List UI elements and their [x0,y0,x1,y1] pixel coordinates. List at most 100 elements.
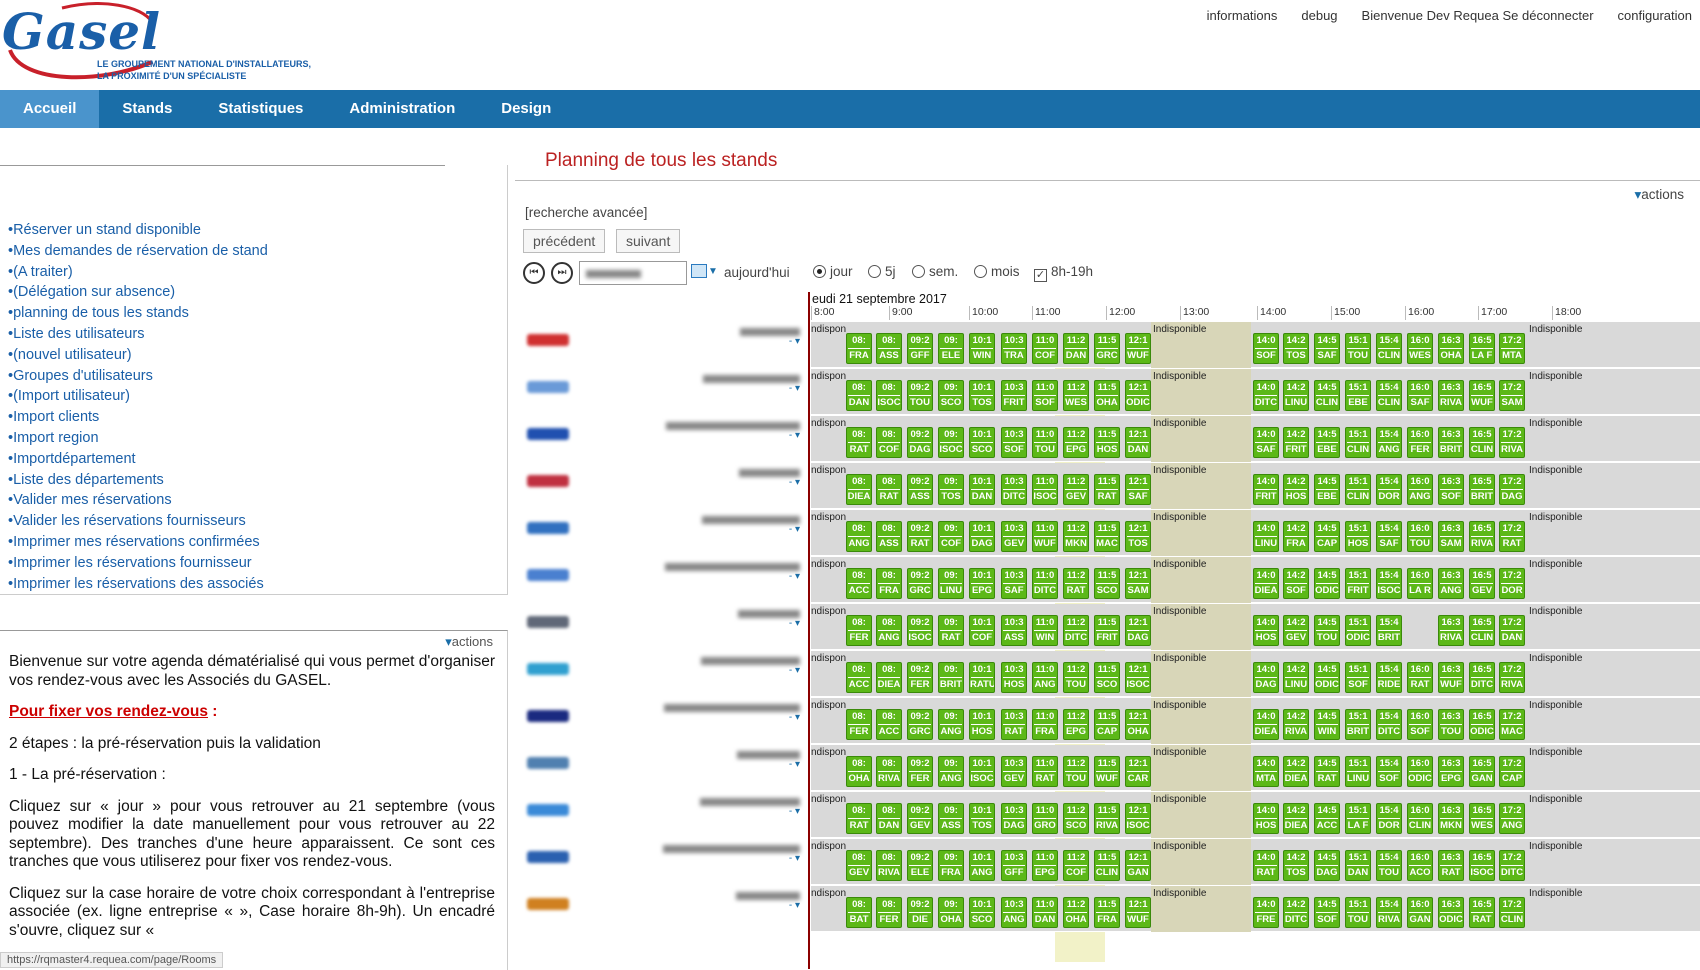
menu-item-7[interactable]: (nouvel utilisateur) [8,345,268,366]
time-slot[interactable]: 09: RAT [938,615,964,646]
time-slot[interactable]: 12:1 WUF [1125,897,1151,928]
time-slot[interactable]: 09:2 ELE [907,850,933,881]
time-slot[interactable]: 14:0 HOS [1253,615,1279,646]
time-slot[interactable]: 11:2 MKN [1063,521,1089,552]
time-slot[interactable]: 08: DAN [876,803,902,834]
time-slot[interactable]: 09:2 DIE [907,897,933,928]
time-slot[interactable]: 11:5 FRIT [1094,615,1120,646]
time-slot[interactable]: 12:1 GAN [1125,850,1151,881]
menu-item-16[interactable]: Imprimer mes réservations confirmées [8,532,268,553]
menu-item-2[interactable]: Mes demandes de réservation de stand [8,241,268,262]
previous-button[interactable]: précédent [523,229,606,253]
time-slot[interactable]: 08: FRA [876,568,902,599]
time-slot[interactable]: 16:3 EPG [1438,756,1464,787]
time-slot[interactable]: 08: DAN [846,380,872,411]
time-slot[interactable]: 14:0 DAG [1253,662,1279,693]
time-slot[interactable]: 17:2 CLIN [1499,897,1525,928]
time-slot[interactable]: 09: OHA [938,897,964,928]
time-slot[interactable]: 11:5 FRA [1094,897,1120,928]
time-slot[interactable]: 16:0 FER [1407,427,1433,458]
time-slot[interactable]: 14:0 LINU [1253,521,1279,552]
time-slot[interactable]: 11:2 TOU [1063,662,1089,693]
time-slot[interactable]: 11:0 WIN [1032,615,1058,646]
time-slot[interactable]: 16:5 WES [1469,803,1495,834]
time-slot[interactable]: 14:2 DIEA [1283,756,1309,787]
time-slot[interactable]: 11:2 EPG [1063,427,1089,458]
time-slot[interactable]: 09: TOS [938,474,964,505]
time-slot[interactable]: 08: ASS [876,333,902,364]
menu-item-9[interactable]: (Import utilisateur) [8,386,268,407]
time-slot[interactable]: 11:2 DITC [1063,615,1089,646]
time-slot[interactable]: 10:1 SCO [969,427,995,458]
stand-dropdown[interactable]: - ▾ [665,571,800,582]
time-slot[interactable]: 16:3 MKN [1438,803,1464,834]
time-slot[interactable]: 11:2 TOU [1063,756,1089,787]
tab-design[interactable]: Design [478,90,574,128]
time-slot[interactable]: 15:1 CLIN [1345,474,1371,505]
next-button[interactable]: suivant [616,229,681,253]
time-slot[interactable]: 14:0 FRIT [1253,474,1279,505]
menu-item-13[interactable]: Liste des départements [8,470,268,491]
time-slot[interactable]: 11:5 MAC [1094,521,1120,552]
time-slot[interactable]: 12:1 CAR [1125,756,1151,787]
time-slot[interactable]: 16:3 SOF [1438,474,1464,505]
time-slot[interactable]: 16:5 CLIN [1469,427,1495,458]
time-slot[interactable]: 11:0 COF [1032,333,1058,364]
time-slot[interactable]: 16:5 RAT [1469,897,1495,928]
time-slot[interactable]: 09:2 FER [907,756,933,787]
time-slot[interactable]: 08: FER [876,897,902,928]
time-slot[interactable]: 14:5 DAG [1314,850,1340,881]
time-slot[interactable]: 16:3 SAM [1438,521,1464,552]
time-slot[interactable]: 15:4 ISOC [1376,568,1402,599]
time-slot[interactable]: 09: COF [938,521,964,552]
stand-dropdown[interactable]: - ▾ [738,618,800,629]
time-slot[interactable]: 11:5 RIVA [1094,803,1120,834]
time-slot[interactable]: 10:3 DAG [1001,803,1027,834]
tab-administration[interactable]: Administration [326,90,478,128]
view-radio-jour[interactable]: jour [813,264,853,279]
time-slot[interactable]: 17:2 DOR [1499,568,1525,599]
time-slot[interactable]: 14:5 EBE [1314,427,1340,458]
time-slot[interactable]: 16:5 BRIT [1469,474,1495,505]
time-slot[interactable]: 15:1 ODIC [1345,615,1371,646]
time-slot[interactable]: 09: SCO [938,380,964,411]
menu-item-18[interactable]: Imprimer les réservations des associés [8,574,268,595]
time-slot[interactable]: 15:1 LINU [1345,756,1371,787]
menu-item-6[interactable]: Liste des utilisateurs [8,324,268,345]
time-slot[interactable]: 12:1 DAN [1125,427,1151,458]
menu-item-17[interactable]: Imprimer les réservations fournisseur [8,553,268,574]
time-slot[interactable]: 12:1 TOS [1125,521,1151,552]
time-slot[interactable]: 09: ASS [938,803,964,834]
time-slot[interactable]: 12:1 ISOC [1125,803,1151,834]
stand-dropdown[interactable]: - ▾ [740,336,800,347]
time-slot[interactable]: 10:3 DITC [1001,474,1027,505]
time-slot[interactable]: 14:5 TOU [1314,615,1340,646]
time-slot[interactable]: 11:2 EPG [1063,709,1089,740]
time-slot[interactable]: 16:3 RIVA [1438,380,1464,411]
time-slot[interactable]: 10:3 SAF [1001,568,1027,599]
time-slot[interactable]: 10:1 DAG [969,521,995,552]
time-slot[interactable]: 08: RAT [846,427,872,458]
time-slot[interactable]: 14:2 SOF [1283,568,1309,599]
time-slot[interactable]: 08: RAT [846,803,872,834]
time-slot[interactable]: 09: ANG [938,756,964,787]
time-slot[interactable]: 16:3 ODIC [1438,897,1464,928]
time-slot[interactable]: 12:1 SAM [1125,568,1151,599]
time-slot[interactable]: 11:2 COF [1063,850,1089,881]
tab-statistiques[interactable]: Statistiques [195,90,326,128]
time-slot[interactable]: 11:2 RAT [1063,568,1089,599]
time-slot[interactable]: 10:3 FRIT [1001,380,1027,411]
time-slot[interactable]: 11:0 EPG [1032,850,1058,881]
time-slot[interactable]: 15:1 SOF [1345,662,1371,693]
view-radio-5j[interactable]: 5j [868,264,896,279]
time-slot[interactable]: 16:5 WUF [1469,380,1495,411]
time-slot[interactable]: 11:0 RAT [1032,756,1058,787]
time-slot[interactable]: 14:0 HOS [1253,803,1279,834]
time-slot[interactable]: 14:5 CLIN [1314,380,1340,411]
time-slot[interactable]: 14:0 DIEA [1253,709,1279,740]
link-debug[interactable]: debug [1301,8,1337,23]
gasel-logo[interactable]: Gasel LE GROUPEMENT NATIONAL D'INSTALLAT… [2,2,312,82]
time-slot[interactable]: 10:1 EPG [969,568,995,599]
time-slot[interactable]: 09:2 FER [907,662,933,693]
time-slot[interactable]: 14:5 CAP [1314,521,1340,552]
